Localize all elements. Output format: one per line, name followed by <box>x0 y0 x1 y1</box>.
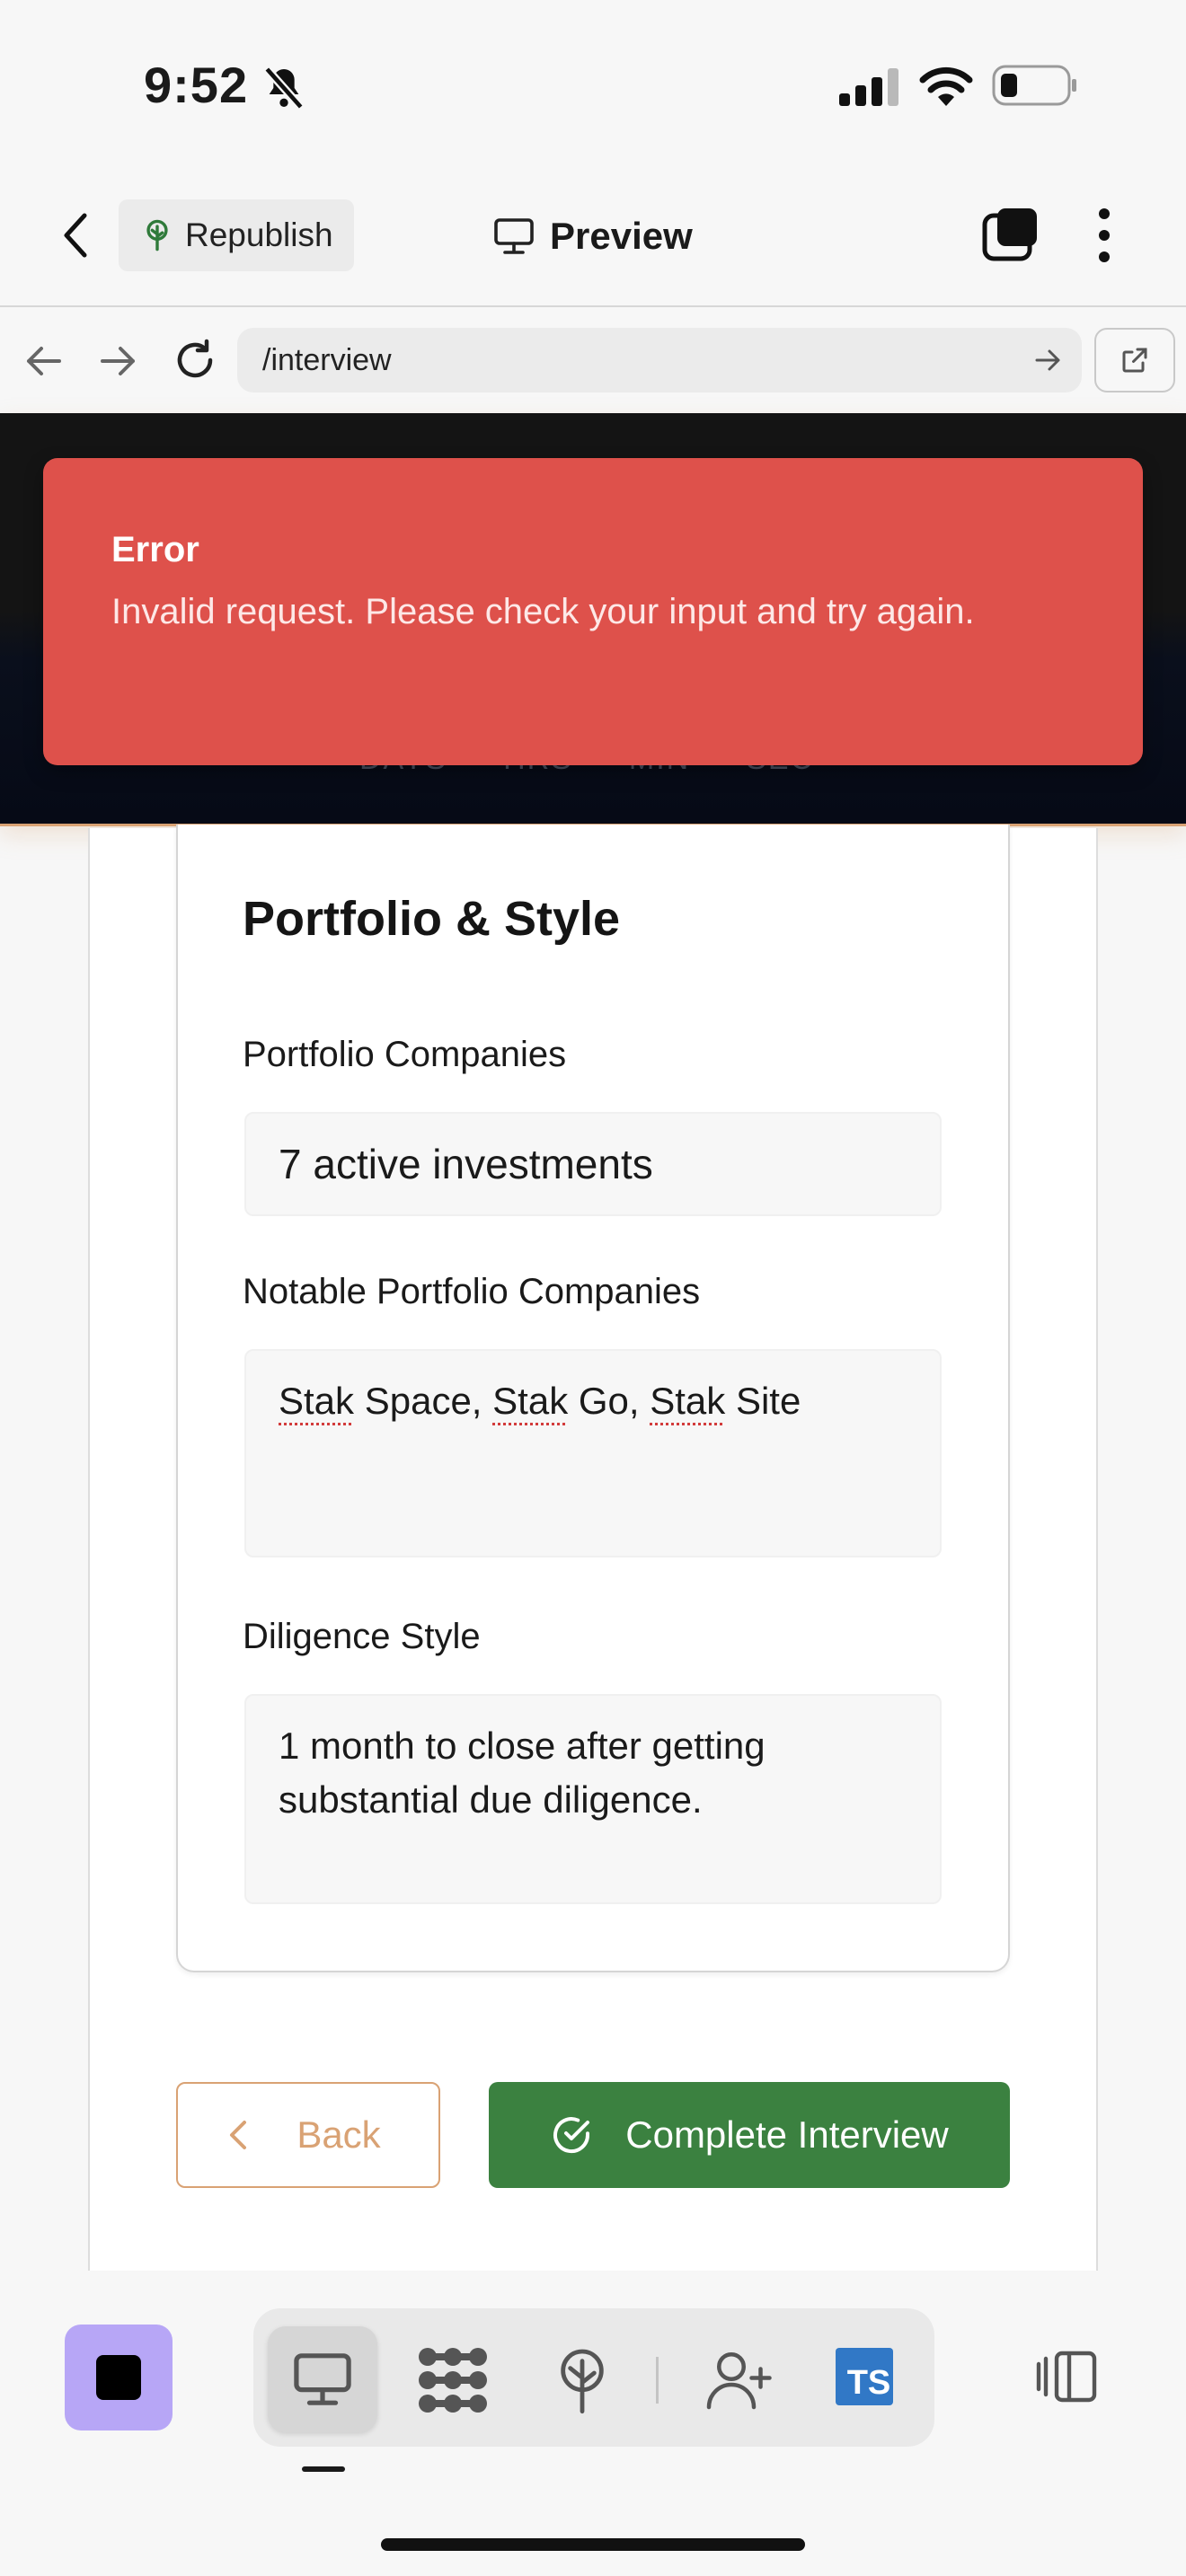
signal-icon <box>839 68 898 106</box>
invite-user-tool[interactable] <box>694 2335 787 2425</box>
stop-button[interactable] <box>65 2325 173 2430</box>
spell-flag-word: Stak <box>279 1380 355 1422</box>
more-options-icon[interactable] <box>1091 207 1118 264</box>
toolbar-tab-indicator <box>302 2466 345 2472</box>
stop-icon <box>96 2355 141 2400</box>
diligence-style-textarea[interactable]: 1 month to close after getting substanti… <box>244 1694 942 1904</box>
typescript-icon: TS <box>846 2363 891 2402</box>
republish-label: Republish <box>185 216 333 253</box>
url-text: /interview <box>262 342 392 377</box>
diligence-style-value: 1 month to close after getting substanti… <box>279 1725 766 1821</box>
wifi-icon <box>919 66 973 106</box>
value-segment: Go, <box>568 1380 651 1422</box>
nav-forward-icon[interactable] <box>99 343 138 379</box>
portfolio-companies-value: 7 active investments <box>279 1141 653 1187</box>
spell-flag-word: Stak <box>650 1380 726 1422</box>
tree-publish-icon <box>561 2349 604 2414</box>
go-arrow-icon[interactable] <box>1035 348 1062 373</box>
tabs-switcher-icon[interactable] <box>981 207 1040 262</box>
complete-interview-button[interactable]: Complete Interview <box>489 2082 1010 2188</box>
notable-companies-label: Notable Portfolio Companies <box>243 1272 701 1311</box>
typescript-tool[interactable]: TS <box>836 2348 893 2405</box>
diligence-style-label: Diligence Style <box>243 1617 481 1656</box>
toolbar-divider <box>656 2357 659 2404</box>
back-label: Back <box>296 2113 381 2156</box>
error-toast[interactable]: Error Invalid request. Please check your… <box>43 458 1143 765</box>
desktop-view-tool[interactable] <box>268 2326 377 2432</box>
preview-label: Preview <box>550 215 693 257</box>
home-indicator <box>381 2538 805 2551</box>
silent-mode-icon <box>263 66 305 110</box>
republish-button[interactable]: Republish <box>119 199 354 271</box>
tree-icon <box>146 219 168 251</box>
complete-label: Complete Interview <box>625 2113 949 2156</box>
external-link-icon <box>1122 348 1147 373</box>
url-field[interactable]: /interview <box>237 328 1082 393</box>
toast-message: Invalid request. Please check your input… <box>111 592 975 631</box>
blob-grid-icon <box>419 2348 487 2413</box>
toast-title: Error <box>111 530 199 569</box>
desktop-icon <box>294 2353 351 2405</box>
add-user-icon <box>706 2352 772 2410</box>
publish-tool[interactable] <box>539 2335 625 2425</box>
open-external-button[interactable] <box>1094 328 1175 393</box>
side-panel-toggle-icon[interactable] <box>1035 2348 1100 2405</box>
monitor-icon <box>494 218 534 254</box>
back-chevron-icon[interactable] <box>56 210 95 260</box>
value-segment: Site <box>725 1380 801 1422</box>
section-title: Portfolio & Style <box>243 892 621 946</box>
spell-flag-word: Stak <box>492 1380 569 1422</box>
grid-pattern-tool[interactable] <box>406 2335 500 2425</box>
reload-icon[interactable] <box>173 338 217 383</box>
status-time: 9:52 <box>144 57 249 113</box>
nav-back-icon[interactable] <box>23 343 63 379</box>
portfolio-companies-label: Portfolio Companies <box>243 1035 567 1074</box>
back-button[interactable]: Back <box>176 2082 440 2188</box>
preview-title: Preview <box>492 207 693 266</box>
portfolio-companies-input[interactable]: 7 active investments <box>244 1112 942 1216</box>
chevron-left-icon <box>230 2121 247 2149</box>
battery-icon <box>992 65 1076 106</box>
notable-companies-textarea[interactable]: Stak Space, Stak Go, Stak Site <box>244 1349 942 1557</box>
value-segment: Space, <box>354 1380 493 1422</box>
check-circle-icon <box>553 2117 590 2154</box>
